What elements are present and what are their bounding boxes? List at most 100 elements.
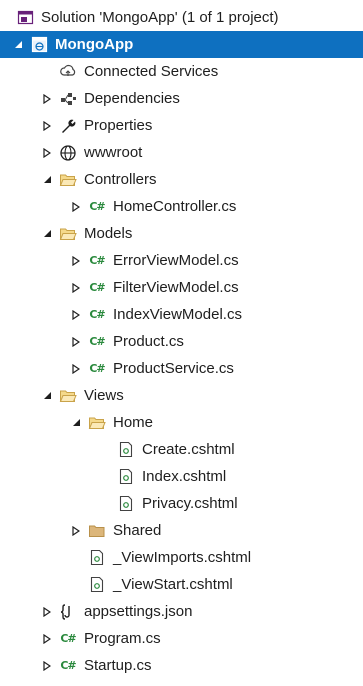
collapse-arrow-icon[interactable] [41,166,53,193]
razor-file-icon [88,549,106,567]
expand-arrow-icon[interactable] [41,112,53,139]
solution-node[interactable]: Solution 'MongoApp' (1 of 1 project) [0,4,363,31]
csharp-file-icon: C# [89,254,105,267]
tree-node-index-cshtml[interactable]: Index.cshtml [0,463,363,490]
tree-node-home[interactable]: Home [0,409,363,436]
expand-arrow-icon[interactable] [41,85,53,112]
expand-arrow-icon[interactable] [70,193,82,220]
tree-node-label: Dependencies [84,90,180,107]
tree-node-label: FilterViewModel.cs [113,279,239,296]
collapse-arrow-icon[interactable] [70,409,82,436]
collapse-arrow-icon[interactable] [12,31,24,58]
tree-node-filterviewmodel-cs[interactable]: C# FilterViewModel.cs [0,274,363,301]
tree-node-models[interactable]: Models [0,220,363,247]
tree-node-label: Startup.cs [84,657,152,674]
collapse-arrow-icon[interactable] [41,220,53,247]
razor-file-icon [117,468,135,486]
tree-node-label: Privacy.cshtml [142,495,238,512]
csharp-file-icon: C# [89,362,105,375]
tree-node-label: wwwroot [84,144,143,161]
tree-node-product-cs[interactable]: C# Product.cs [0,328,363,355]
tree-node-label: Controllers [84,171,157,188]
tree-node-startup-cs[interactable]: C# Startup.cs [0,652,363,679]
tree-node-label: Product.cs [113,333,184,350]
tree-node-label: HomeController.cs [113,198,237,215]
tree-node-label: IndexViewModel.cs [113,306,242,323]
expand-arrow-icon[interactable] [41,625,53,652]
tree-node-create-cshtml[interactable]: Create.cshtml [0,436,363,463]
web-project-icon [30,36,48,54]
tree-node-label: Connected Services [84,63,219,80]
razor-file-icon [88,576,106,594]
tree-node-views[interactable]: Views [0,382,363,409]
tree-node-viewimports-cshtml[interactable]: _ViewImports.cshtml [0,544,363,571]
csharp-file-icon: C# [89,335,105,348]
tree-node-label: Models [84,225,133,242]
tree-node-connected-services[interactable]: Connected Services [0,58,363,85]
dependencies-icon [59,90,77,108]
tree-node-label: Home [113,414,154,431]
expand-arrow-icon[interactable] [70,247,82,274]
globe-icon [59,144,77,162]
tree-node-dependencies[interactable]: Dependencies [0,85,363,112]
razor-file-icon [117,495,135,513]
tree-node-mongoapp[interactable]: MongoApp [0,31,363,58]
tree-node-productservice-cs[interactable]: C# ProductService.cs [0,355,363,382]
folder-closed-icon [88,522,106,540]
connected-services-icon [59,63,77,81]
tree-node-label: ProductService.cs [113,360,234,377]
tree-node-shared[interactable]: Shared [0,517,363,544]
tree-node-appsettings-json[interactable]: appsettings.json [0,598,363,625]
expand-arrow-icon[interactable] [70,517,82,544]
json-file-icon [59,603,77,621]
csharp-file-icon: C# [89,281,105,294]
tree-node-viewstart-cshtml[interactable]: _ViewStart.cshtml [0,571,363,598]
csharp-file-icon: C# [60,632,76,645]
folder-open-icon [59,387,77,405]
tree-node-label: _ViewStart.cshtml [113,576,233,593]
tree-node-label: _ViewImports.cshtml [113,549,252,566]
razor-file-icon [117,441,135,459]
expand-arrow-icon[interactable] [70,274,82,301]
expand-arrow-icon[interactable] [41,139,53,166]
tree-node-controllers[interactable]: Controllers [0,166,363,193]
folder-open-icon [59,225,77,243]
solution-label: Solution 'MongoApp' (1 of 1 project) [41,9,279,26]
tree-node-label: Index.cshtml [142,468,227,485]
expand-arrow-icon[interactable] [41,652,53,679]
tree-node-label: Program.cs [84,630,161,647]
tree-node-indexviewmodel-cs[interactable]: C# IndexViewModel.cs [0,301,363,328]
tree-node-errorviewmodel-cs[interactable]: C# ErrorViewModel.cs [0,247,363,274]
solution-icon [16,9,34,27]
folder-open-icon [88,414,106,432]
tree-node-wwwroot[interactable]: wwwroot [0,139,363,166]
tree-node-label: Views [84,387,124,404]
tree-node-homecontroller-cs[interactable]: C# HomeController.cs [0,193,363,220]
tree-node-label: Create.cshtml [142,441,235,458]
csharp-file-icon: C# [89,308,105,321]
expand-arrow-icon[interactable] [70,328,82,355]
solution-explorer-tree: Solution 'MongoApp' (1 of 1 project) Mon… [0,0,363,686]
tree-node-properties[interactable]: Properties [0,112,363,139]
collapse-arrow-icon[interactable] [41,382,53,409]
csharp-file-icon: C# [60,659,76,672]
csharp-file-icon: C# [89,200,105,213]
expand-arrow-icon[interactable] [70,355,82,382]
tree-node-label: ErrorViewModel.cs [113,252,239,269]
folder-open-icon [59,171,77,189]
expand-arrow-icon[interactable] [41,598,53,625]
wrench-icon [59,117,77,135]
tree-node-privacy-cshtml[interactable]: Privacy.cshtml [0,490,363,517]
tree-node-label: Properties [84,117,153,134]
tree-node-label: appsettings.json [84,603,193,620]
tree-node-label: Shared [113,522,162,539]
tree-node-program-cs[interactable]: C# Program.cs [0,625,363,652]
expand-arrow-icon[interactable] [70,301,82,328]
